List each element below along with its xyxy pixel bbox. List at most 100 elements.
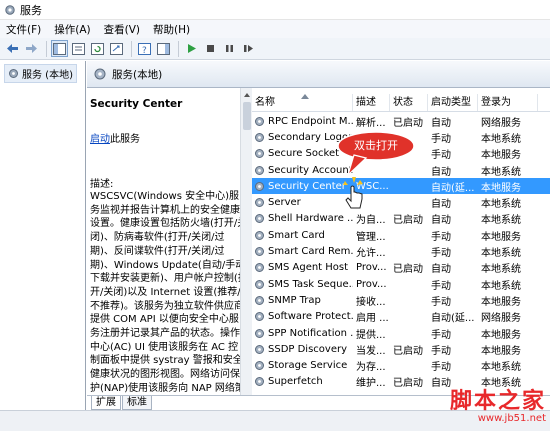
- watermark: 脚本之家 www.jb51.net: [418, 383, 546, 427]
- service-gear-icon: [255, 230, 264, 240]
- table-row[interactable]: SMS Task Seque... Prov... 手动 本地系统: [252, 276, 550, 292]
- service-gear-icon: [255, 312, 264, 322]
- table-row[interactable]: SSDP Discovery 当发... 已启动 手动 本地服务: [252, 341, 550, 357]
- back-button[interactable]: [4, 40, 21, 57]
- selected-service-name: Security Center: [90, 98, 183, 110]
- panel-header-title: 服务(本地): [112, 68, 163, 81]
- table-row[interactable]: SPP Notification ... 提供... 手动 本地服务: [252, 325, 550, 341]
- cell-description: 提供...: [356, 329, 386, 341]
- pause-service-button[interactable]: [221, 40, 238, 57]
- restart-service-button[interactable]: [240, 40, 257, 57]
- cell-status: 已启动: [393, 117, 423, 129]
- help-icon: ?: [138, 42, 151, 55]
- cell-name: Software Protect...: [252, 311, 353, 322]
- refresh-icon: [91, 42, 104, 55]
- properties-button[interactable]: [70, 40, 87, 57]
- cell-description: 为存...: [356, 362, 386, 374]
- service-name-text: Security Center: [268, 180, 346, 192]
- cell-name: SMS Task Seque...: [252, 279, 353, 290]
- toolbar-separator: [46, 40, 47, 57]
- cell-startup-type: 自动: [431, 199, 451, 211]
- service-gear-icon: [255, 344, 264, 354]
- pause-icon: [226, 45, 233, 52]
- start-service-line: 启动此服务: [90, 130, 248, 145]
- cell-startup-type: 手动: [431, 345, 451, 357]
- start-service-button[interactable]: [183, 40, 200, 57]
- table-row[interactable]: Smart Card 管理... 手动 本地服务: [252, 227, 550, 243]
- cell-description: 维护...: [356, 378, 386, 390]
- service-name-text: SPP Notification ...: [268, 327, 353, 339]
- cell-name: Server: [252, 197, 353, 208]
- cell-name: SPP Notification ...: [252, 328, 353, 339]
- column-startup-type[interactable]: 启动类型: [428, 94, 478, 111]
- description-scrollbar[interactable]: [240, 88, 252, 395]
- export-icon: [110, 42, 123, 55]
- export-list-button[interactable]: [108, 40, 125, 57]
- service-gear-icon: [255, 116, 264, 126]
- table-row[interactable]: RPC Endpoint M... 解析... 已启动 自动 网络服务: [252, 113, 550, 129]
- cell-description: 管理...: [356, 231, 386, 243]
- cell-name: RPC Endpoint M...: [252, 116, 353, 127]
- table-row[interactable]: SMS Agent Host Prov... 已启动 自动 本地系统: [252, 260, 550, 276]
- table-row[interactable]: Shell Hardware ... 为自... 已启动 自动 本地系统: [252, 211, 550, 227]
- start-service-link[interactable]: 启动: [90, 134, 110, 145]
- menu-file[interactable]: 文件(F): [6, 22, 41, 37]
- cell-status: 已启动: [393, 345, 423, 357]
- refresh-button[interactable]: [89, 40, 106, 57]
- tree-node-services-local[interactable]: 服务 (本地): [4, 64, 77, 83]
- cell-logon-as: 网络服务: [481, 313, 521, 325]
- tab-standard[interactable]: 标准: [122, 396, 152, 410]
- forward-button[interactable]: [23, 40, 40, 57]
- menu-action[interactable]: 操作(A): [54, 22, 90, 37]
- cell-logon-as: 本地系统: [481, 280, 521, 292]
- table-row[interactable]: SNMP Trap 接收... 手动 本地服务: [252, 292, 550, 308]
- service-gear-icon: [255, 214, 264, 224]
- toolbar: ?: [0, 38, 550, 60]
- service-name-text: Smart Card: [268, 229, 325, 241]
- service-gear-icon: [255, 181, 264, 191]
- cell-logon-as: 本地服务: [481, 231, 521, 243]
- menu-bar: 文件(F) 操作(A) 查看(V) 帮助(H): [0, 20, 550, 38]
- show-tree-button[interactable]: [51, 40, 68, 57]
- services-gear-icon: [9, 69, 18, 78]
- service-name-text: SMS Task Seque...: [268, 278, 353, 290]
- show-action-pane-button[interactable]: [155, 40, 172, 57]
- cell-description: Prov...: [356, 278, 387, 290]
- toolbar-separator: [178, 40, 179, 57]
- callout-text: 双击打开: [354, 139, 398, 152]
- tab-extended[interactable]: 扩展: [91, 396, 121, 410]
- service-gear-icon: [255, 247, 264, 257]
- cell-name: Smart Card: [252, 230, 353, 241]
- cell-description: 当发...: [356, 345, 386, 357]
- cell-logon-as: 网络服务: [481, 117, 521, 129]
- table-row[interactable]: Server 自动 本地系统: [252, 194, 550, 210]
- description-scroll-thumb[interactable]: [243, 102, 251, 130]
- table-row[interactable]: Smart Card Rem... 允许... 手动 本地系统: [252, 243, 550, 259]
- table-row[interactable]: Software Protect... 启用 ... 自动(延... 网络服务: [252, 309, 550, 325]
- service-name-text: Smart Card Rem...: [268, 246, 353, 258]
- column-status[interactable]: 状态: [390, 94, 428, 111]
- cell-startup-type: 自动: [431, 215, 451, 227]
- panel-header: 服务(本地): [87, 61, 550, 88]
- service-name-text: SNMP Trap: [268, 294, 321, 306]
- service-gear-icon: [255, 132, 264, 142]
- column-logon-as[interactable]: 登录为: [478, 94, 538, 111]
- window-title: 服务: [20, 3, 42, 17]
- service-gear-icon: [255, 165, 264, 175]
- console-tree: 服务 (本地): [0, 61, 86, 431]
- cell-description: 为自...: [356, 215, 386, 227]
- menu-view[interactable]: 查看(V): [104, 22, 140, 37]
- column-description[interactable]: 描述: [353, 94, 390, 111]
- table-row[interactable]: Storage Service 为存... 手动 本地系统: [252, 357, 550, 373]
- watermark-text: 脚本之家: [449, 388, 546, 414]
- table-row[interactable]: Security Center WSC... 自动(延... 本地服务: [252, 178, 550, 195]
- click-burst: [343, 177, 363, 185]
- menu-help[interactable]: 帮助(H): [153, 22, 190, 37]
- service-name-text: Secure Socket: [268, 148, 340, 160]
- service-name-text: SSDP Discovery: [268, 343, 348, 355]
- description-pane: Security Center 启动此服务 描述: WSCSVC(Windows…: [87, 88, 252, 395]
- cell-status: 已启动: [393, 215, 423, 227]
- cell-logon-as: 本地系统: [481, 133, 521, 145]
- stop-service-button[interactable]: [202, 40, 219, 57]
- help-button[interactable]: ?: [136, 40, 153, 57]
